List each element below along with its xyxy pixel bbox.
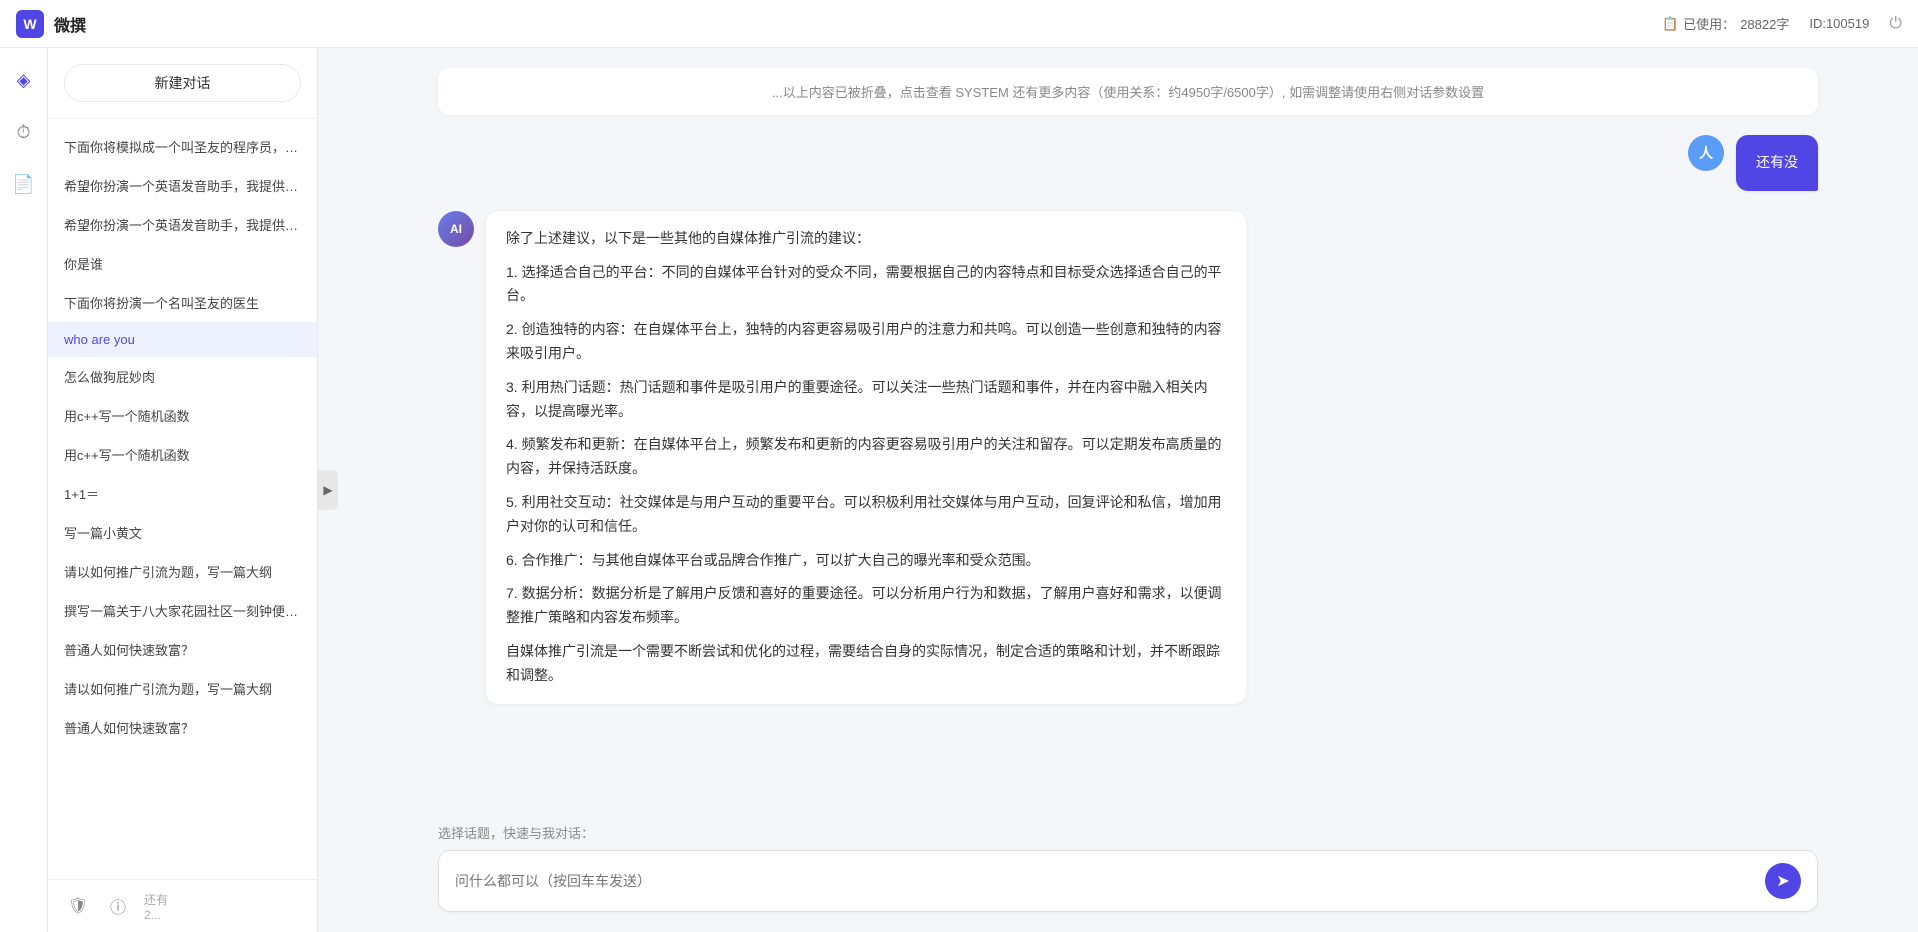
sidebar-item-4[interactable]: 下面你将扮演一个名叫圣友的医生 xyxy=(48,283,317,322)
quick-select-label: 选择话题，快速与我对话： xyxy=(438,823,1818,842)
sidebar-item-3[interactable]: 你是谁 xyxy=(48,244,317,283)
sidebar-item-2[interactable]: 希望你扮演一个英语发音助手，我提供给你... xyxy=(48,205,317,244)
footer-extra[interactable]: 还有2... xyxy=(144,892,172,920)
chat-area: ...以上内容已被折叠，点击查看 SYSTEM 还有更多内容（使用关系：约495… xyxy=(338,48,1918,932)
ai-paragraph-1-5: 5. 利用社交互动：社交媒体是与用户互动的重要平台。可以积极利用社交媒体与用户互… xyxy=(506,491,1226,539)
sidebar-item-11[interactable]: 请以如何推广引流为题，写一篇大纲 xyxy=(48,552,317,591)
usage-value: 28822字 xyxy=(1740,14,1789,33)
ai-avatar-1: AI xyxy=(438,211,474,247)
sidebar-item-15[interactable]: 普通人如何快速致富？ xyxy=(48,708,317,747)
rail-icon-package[interactable]: ◈ xyxy=(8,64,40,96)
sidebar-footer: 🛡 ⓘ 还有2... xyxy=(48,879,317,932)
sidebar: 新建对话 下面你将模拟成一个叫圣友的程序员，我说...希望你扮演一个英语发音助手… xyxy=(48,48,318,932)
user-avatar-0: 人 xyxy=(1688,135,1724,171)
sidebar-item-6[interactable]: 怎么做狗屁妙肉 xyxy=(48,357,317,396)
ai-paragraph-1-8: 自媒体推广引流是一个需要不断尝试和优化的过程，需要结合自身的实际情况，制定合适的… xyxy=(506,640,1226,688)
ai-paragraph-1-3: 3. 利用热门话题：热门话题和事件是吸引用户的重要途径。可以关注一些热门话题和事… xyxy=(506,376,1226,424)
input-box: ➤ xyxy=(438,850,1818,912)
ai-paragraph-1-1: 1. 选择适合自己的平台：不同的自媒体平台针对的受众不同，需要根据自己的内容特点… xyxy=(506,261,1226,309)
truncated-message[interactable]: ...以上内容已被折叠，点击查看 SYSTEM 还有更多内容（使用关系：约495… xyxy=(438,68,1818,115)
sidebar-item-14[interactable]: 请以如何推广引流为题，写一篇大纲 xyxy=(48,669,317,708)
main-layout: ◈ ⏱ 📄 新建对话 下面你将模拟成一个叫圣友的程序员，我说...希望你扮演一个… xyxy=(0,48,1918,932)
rail-icon-file[interactable]: 📄 xyxy=(8,168,40,200)
sidebar-header: 新建对话 xyxy=(48,48,317,119)
icon-rail: ◈ ⏱ 📄 xyxy=(0,48,48,932)
new-chat-button[interactable]: 新建对话 xyxy=(64,64,301,102)
user-id: ID:100519 xyxy=(1809,16,1869,31)
usage-info: 📋 已使用： 28822字 xyxy=(1662,14,1789,33)
chat-input[interactable] xyxy=(455,870,1755,892)
sidebar-item-8[interactable]: 用c++写一个随机函数 xyxy=(48,435,317,474)
sidebar-item-9[interactable]: 1+1＝ xyxy=(48,474,317,513)
sidebar-item-5[interactable]: who are you xyxy=(48,322,317,357)
user-message-0: 还有没 xyxy=(1736,135,1818,191)
message-row-1: AI 除了上述建议，以下是一些其他的自媒体推广引流的建议： 1. 选择适合自己的平台… xyxy=(438,211,1818,704)
sidebar-list: 下面你将模拟成一个叫圣友的程序员，我说...希望你扮演一个英语发音助手，我提供给… xyxy=(48,119,317,879)
input-area: 选择话题，快速与我对话： ➤ xyxy=(338,811,1918,932)
topbar: W 微撰 📋 已使用： 28822字 ID:100519 ⏻ xyxy=(0,0,1918,48)
ai-paragraph-1-2: 2. 创造独特的内容：在自媒体平台上，独特的内容更容易吸引用户的注意力和共鸣。可… xyxy=(506,318,1226,366)
ai-paragraph-1-6: 6. 合作推广：与其他自媒体平台或品牌合作推广，可以扩大自己的曝光率和受众范围。 xyxy=(506,549,1226,573)
topbar-left: W 微撰 xyxy=(16,10,86,38)
footer-shield-icon[interactable]: 🛡 xyxy=(64,892,92,920)
file-icon: 📋 xyxy=(1662,16,1678,32)
sidebar-item-13[interactable]: 普通人如何快速致富？ xyxy=(48,630,317,669)
sidebar-item-10[interactable]: 写一篇小黄文 xyxy=(48,513,317,552)
app-title: 微撰 xyxy=(54,12,86,36)
message-row-0: 人还有没 xyxy=(438,135,1818,191)
app-logo: W xyxy=(16,10,44,38)
rail-icon-clock[interactable]: ⏱ xyxy=(8,116,40,148)
sidebar-item-7[interactable]: 用c++写一个随机函数 xyxy=(48,396,317,435)
usage-label: 已使用： xyxy=(1683,14,1735,33)
topbar-right: 📋 已使用： 28822字 ID:100519 ⏻ xyxy=(1662,14,1902,33)
send-button[interactable]: ➤ xyxy=(1765,863,1801,899)
send-icon: ➤ xyxy=(1776,871,1789,891)
power-icon[interactable]: ⏻ xyxy=(1889,15,1902,33)
footer-info-icon[interactable]: ⓘ xyxy=(104,892,132,920)
sidebar-item-1[interactable]: 希望你扮演一个英语发音助手，我提供给你... xyxy=(48,166,317,205)
sidebar-item-0[interactable]: 下面你将模拟成一个叫圣友的程序员，我说... xyxy=(48,127,317,166)
ai-message-1: 除了上述建议，以下是一些其他的自媒体推广引流的建议： 1. 选择适合自己的平台：不… xyxy=(486,211,1246,704)
ai-paragraph-1-4: 4. 频繁发布和更新：在自媒体平台上，频繁发布和更新的内容更容易吸引用户的关注和… xyxy=(506,433,1226,481)
ai-paragraph-1-0: 除了上述建议，以下是一些其他的自媒体推广引流的建议： xyxy=(506,227,1226,251)
sidebar-collapse-button[interactable]: ▶ xyxy=(318,470,338,510)
ai-paragraph-1-7: 7. 数据分析：数据分析是了解用户反馈和喜好的重要途径。可以分析用户行为和数据，… xyxy=(506,582,1226,630)
chat-messages: ...以上内容已被折叠，点击查看 SYSTEM 还有更多内容（使用关系：约495… xyxy=(338,48,1918,811)
sidebar-item-12[interactable]: 撰写一篇关于八大家花园社区一刻钟便民生... xyxy=(48,591,317,630)
